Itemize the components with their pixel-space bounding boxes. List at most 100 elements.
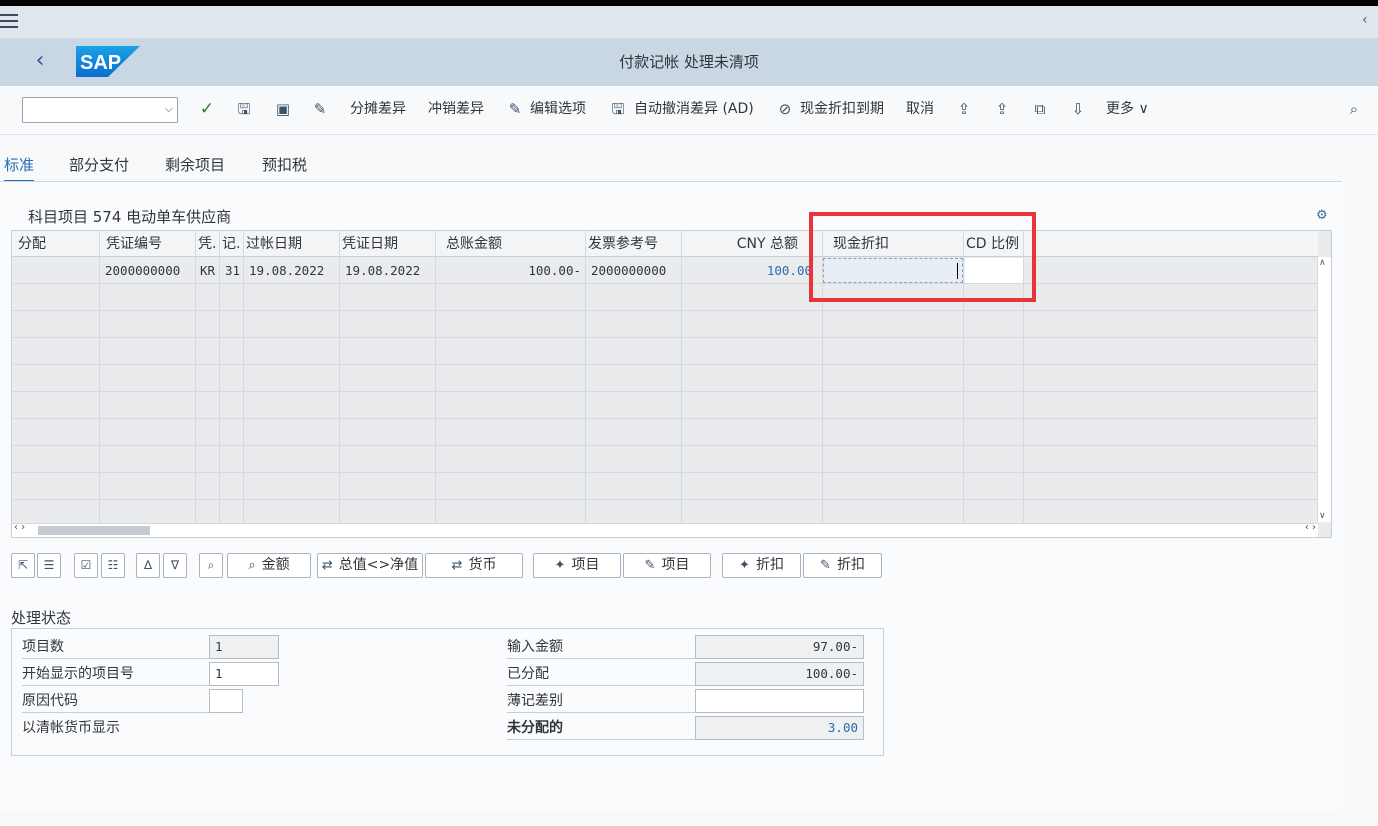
cash-discount-due-button[interactable]: 现金折扣到期 <box>800 94 884 124</box>
back-arrow-icon[interactable]: ‹ <box>28 48 52 74</box>
cell-posting-date[interactable]: 19.08.2022 <box>249 258 337 284</box>
cell-doc-type[interactable]: KR <box>200 258 218 284</box>
search-icon: ⌕ <box>248 558 256 573</box>
deactivate-items-icon[interactable]: ☷ <box>101 553 125 578</box>
sort-ascending-icon[interactable]: ∆ <box>136 553 160 578</box>
col-header-doc-no[interactable]: 凭证编号 <box>100 231 196 257</box>
export-up-icon[interactable]: ⇪ <box>991 94 1013 124</box>
command-field[interactable]: ⌵ <box>22 97 178 123</box>
col-header-invoice-ref[interactable]: 发票参考号 <box>586 231 682 257</box>
column-divider <box>219 257 220 524</box>
col-header-gl-amount[interactable]: 总账金额 <box>436 231 586 257</box>
activate-discount-button[interactable]: ✦ 折扣 <box>722 553 801 578</box>
table-row[interactable] <box>12 365 1318 392</box>
table-row[interactable] <box>12 311 1318 338</box>
distribute-difference-button[interactable]: 分摊差异 <box>350 94 406 124</box>
scroll-right-icon[interactable]: ‹ › <box>1305 522 1316 533</box>
tab-withholding-tax[interactable]: 预扣税 <box>262 148 307 180</box>
pencil-icon[interactable]: ✎ <box>504 94 526 124</box>
gross-net-label: 总值<>净值 <box>338 557 419 573</box>
activate-items-button[interactable]: ✦ 项目 <box>533 553 621 578</box>
items-count-label: 项目数 <box>22 635 210 659</box>
column-divider <box>195 257 196 524</box>
sort-descending-icon[interactable]: ∇ <box>163 553 187 578</box>
difference-posted-input[interactable] <box>695 689 864 713</box>
cell-cny-total[interactable]: 100.00 <box>684 258 812 284</box>
cancel-button[interactable]: 取消 <box>906 94 934 124</box>
scrollbar-thumb[interactable] <box>38 526 150 535</box>
edit-document-icon[interactable]: ✎ <box>309 94 331 124</box>
table-row[interactable] <box>12 338 1318 365</box>
hamburger-menu-icon[interactable] <box>0 14 18 28</box>
more-menu-button[interactable]: 更多 ∨ <box>1106 94 1149 124</box>
settings-gear-icon[interactable]: ⚙ <box>1316 208 1330 223</box>
scroll-down-icon[interactable]: ∨ <box>1319 511 1326 521</box>
currency-label: 货币 <box>468 557 497 573</box>
write-off-difference-button[interactable]: 冲销差异 <box>428 94 484 124</box>
unassigned-label: 未分配的 <box>507 716 695 740</box>
items-count-field: 1 <box>209 635 279 659</box>
tab-residual-items[interactable]: 剩余项目 <box>165 148 225 180</box>
vertical-scrollbar[interactable]: ∧ ∨ <box>1317 257 1331 522</box>
search-icon[interactable]: ⌕ <box>1343 94 1365 124</box>
cell-doc-no[interactable]: 2000000000 <box>105 258 193 284</box>
save-icon[interactable]: 🖫 <box>607 94 629 124</box>
entered-amount-field: 97.00- <box>695 635 864 659</box>
copy-icon[interactable]: ⧉ <box>1029 94 1051 124</box>
table-row[interactable] <box>12 284 1318 311</box>
horizontal-scrollbar[interactable]: ‹ › ‹ › <box>12 522 1318 537</box>
reason-code-input[interactable] <box>209 689 243 713</box>
edit-items-button[interactable]: ✎ 项目 <box>623 553 711 578</box>
column-divider <box>681 257 682 524</box>
col-header-empty <box>1024 231 1318 257</box>
check-icon[interactable]: ✓ <box>196 94 218 124</box>
table-row[interactable] <box>12 392 1318 419</box>
cell-gl-amount[interactable]: 100.00- <box>438 258 581 284</box>
cell-posting-key[interactable]: 31 <box>225 258 243 284</box>
table-row[interactable] <box>12 473 1318 500</box>
search-amount-label: 金额 <box>261 557 290 573</box>
col-header-posting-date[interactable]: 过帐日期 <box>244 231 340 257</box>
edit-options-button[interactable]: 编辑选项 <box>530 94 586 124</box>
cell-invoice-ref[interactable]: 2000000000 <box>591 258 679 284</box>
save-icon[interactable]: 🖫 <box>233 94 255 124</box>
pencil-icon: ✎ <box>644 558 656 573</box>
export-icon[interactable]: ⇪ <box>953 94 975 124</box>
column-divider <box>99 257 100 524</box>
col-header-assignment[interactable]: 分配 <box>12 231 100 257</box>
open-items-table: 分配 凭证编号 凭. 记. 过帐日期 凭证日期 总账金额 发票参考号 CNY 总… <box>11 230 1332 538</box>
difference-posted-label: 薄记差别 <box>507 689 695 713</box>
chevron-down-icon[interactable]: ⌵ <box>165 102 173 116</box>
tab-standard[interactable]: 标准 <box>4 148 35 182</box>
scroll-up-icon[interactable]: ∧ <box>1319 258 1326 268</box>
pencil-icon: ✎ <box>820 558 831 573</box>
image-icon[interactable]: ▣ <box>272 94 294 124</box>
edit-discount-button[interactable]: ✎ 折扣 <box>803 553 882 578</box>
col-header-doc-date[interactable]: 凭证日期 <box>340 231 436 257</box>
currency-button[interactable]: ⇄ 货币 <box>425 553 523 578</box>
reason-code-label: 原因代码 <box>22 689 210 713</box>
select-all-icon[interactable]: ⇱ <box>11 553 35 578</box>
chevron-left-icon[interactable]: ‹ <box>1362 12 1374 28</box>
search-icon[interactable]: ⌕ <box>199 553 223 578</box>
table-row[interactable] <box>12 446 1318 473</box>
cell-assignment[interactable] <box>14 258 98 284</box>
select-block-icon[interactable]: ☰ <box>37 553 61 578</box>
cell-doc-date[interactable]: 19.08.2022 <box>345 258 433 284</box>
activate-items-icon[interactable]: ☑ <box>74 553 98 578</box>
col-header-cny-total[interactable]: CNY 总额 <box>682 231 823 257</box>
circle-slash-icon[interactable]: ⊘ <box>774 94 796 124</box>
chevron-down-icon: ∨ <box>1138 101 1149 117</box>
table-row[interactable] <box>12 419 1318 446</box>
gross-net-button[interactable]: ⇄ 总值<>净值 <box>317 553 423 578</box>
tab-partial-payment[interactable]: 部分支付 <box>69 148 129 180</box>
download-icon[interactable]: ⇩ <box>1067 94 1089 124</box>
start-item-label: 开始显示的项目号 <box>22 662 210 686</box>
start-item-input[interactable]: 1 <box>209 662 279 686</box>
col-header-doc-type[interactable]: 凭. <box>196 231 220 257</box>
col-header-posting-key[interactable]: 记. <box>220 231 244 257</box>
auto-write-off-button[interactable]: 自动撤消差异 (AD) <box>634 94 754 124</box>
scroll-left-icon[interactable]: ‹ › <box>14 522 25 533</box>
assigned-label: 已分配 <box>507 662 695 686</box>
search-amount-button[interactable]: ⌕ 金额 <box>227 553 311 578</box>
